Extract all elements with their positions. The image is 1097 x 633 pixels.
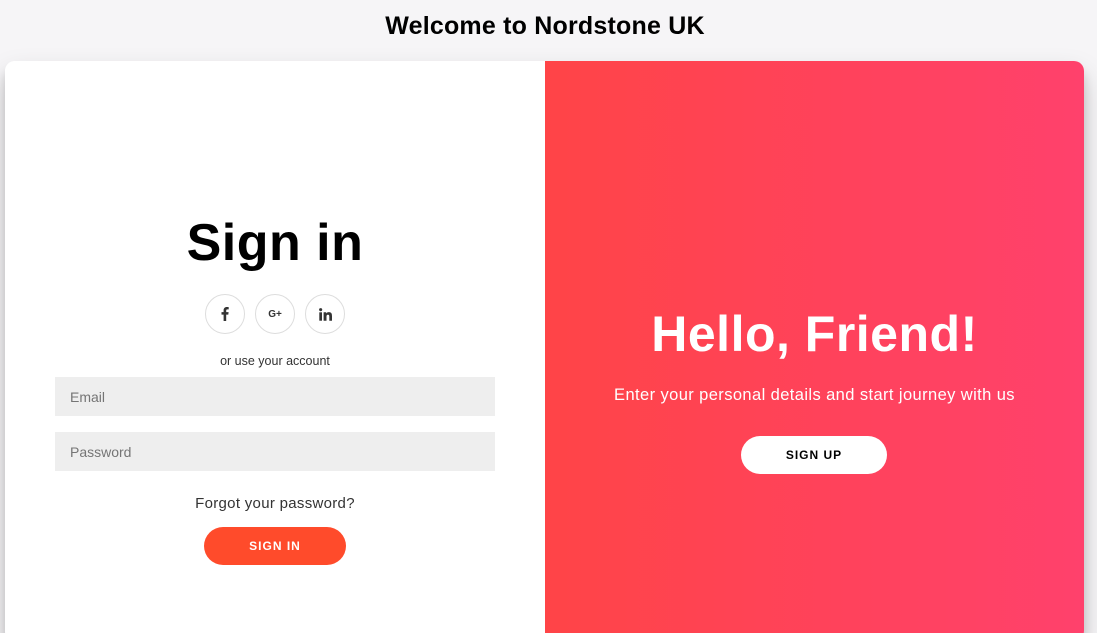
linkedin-icon (318, 307, 332, 321)
password-input[interactable] (55, 432, 495, 471)
overlay-text: Enter your personal details and start jo… (614, 386, 1015, 404)
auth-container: Sign in G+ or use your account Email For… (5, 61, 1084, 633)
page-title: Welcome to Nordstone UK (385, 12, 705, 40)
social-login-row: G+ (5, 294, 545, 334)
google-plus-button[interactable]: G+ (255, 294, 295, 334)
overlay-heading: Hello, Friend! (651, 306, 978, 362)
facebook-icon (221, 307, 229, 321)
google-plus-icon: G+ (268, 308, 282, 320)
forgot-password-link[interactable]: Forgot your password? (5, 495, 545, 512)
sign-in-heading: Sign in (186, 214, 364, 272)
sign-up-overlay-panel: Hello, Friend! Enter your personal detai… (545, 61, 1084, 633)
sign-in-button[interactable]: SIGN IN (204, 527, 346, 565)
email-input[interactable] (55, 377, 495, 416)
alt-login-text: or use your account (220, 354, 330, 368)
linkedin-button[interactable] (305, 294, 345, 334)
sign-up-button[interactable]: SIGN UP (741, 436, 887, 474)
sign-in-panel: Sign in G+ or use your account Email For… (5, 61, 545, 633)
facebook-button[interactable] (205, 294, 245, 334)
